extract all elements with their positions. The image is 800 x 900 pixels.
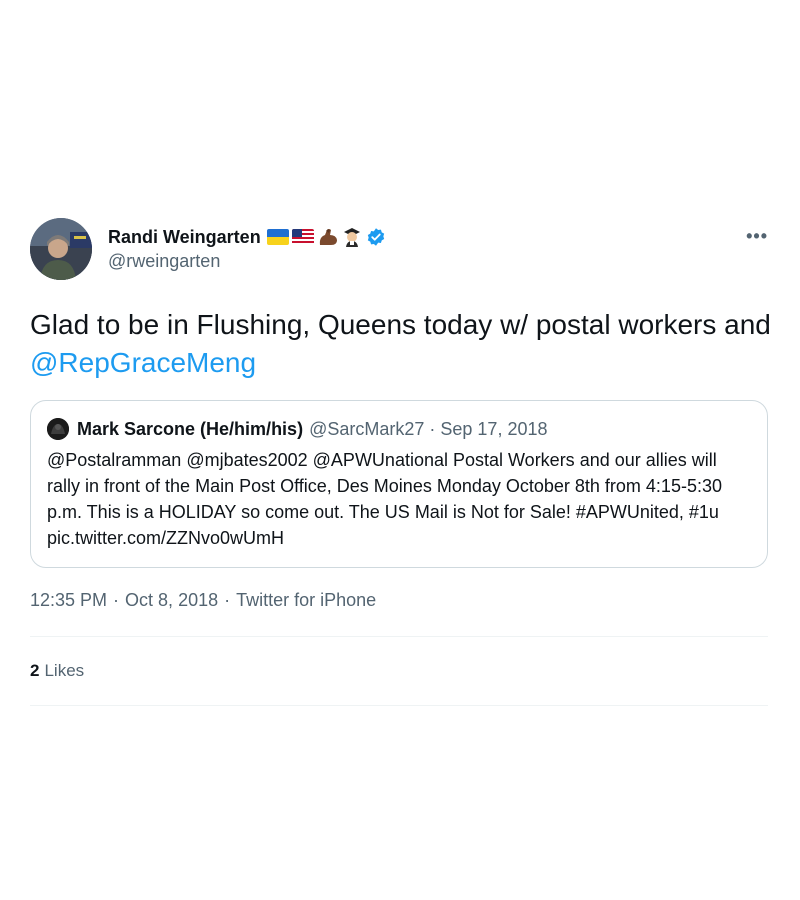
quoted-author-avatar [47,418,69,440]
tweet: Randi Weingarten @rweingarten ••• Glad t… [30,218,771,706]
mention-link[interactable]: @RepGraceMeng [30,347,256,378]
tweet-header: Randi Weingarten @rweingarten ••• [30,218,770,280]
author-avatar[interactable] [30,218,92,280]
quoted-tweet-text: @Postalramman @mjbates2002 @APWUnational… [47,450,722,548]
likes-count: 2 [30,661,40,680]
meta-separator: · [113,590,120,610]
divider [30,705,768,706]
tweet-meta: 12:35 PM · Oct 8, 2018 · Twitter for iPhone [30,590,770,614]
tweet-date[interactable]: Oct 8, 2018 [125,590,218,610]
us-flag-icon [291,229,314,245]
author-display-name[interactable]: Randi Weingarten [108,227,261,248]
tweet-text: Glad to be in Flushing, Queens today w/ … [30,306,775,382]
quoted-tweet-date: Sep 17, 2018 [440,418,548,439]
quoted-separator: · [429,418,436,439]
author-names: Randi Weingarten @rweingarten [108,225,386,272]
verified-badge-icon [367,228,384,246]
author-handle[interactable]: @rweingarten [108,251,386,272]
tweet-time[interactable]: 12:35 PM [30,590,107,610]
tweet-text-body: Glad to be in Flushing, Queens today w/ … [30,309,771,340]
display-name-row: Randi Weingarten [108,225,386,249]
quoted-author-display-name: Mark Sarcone (He/him/his) [77,418,304,439]
meta-separator: · [224,590,231,610]
quoted-tweet[interactable]: Mark Sarcone (He/him/his) @SarcMark27 · … [30,400,768,568]
more-options-icon[interactable]: ••• [746,226,768,247]
ukraine-flag-icon [266,229,289,245]
likes-label: Likes [44,661,85,680]
tweet-stats[interactable]: 2 Likes [30,637,770,705]
quoted-author-handle: @SarcMark27 [309,418,425,439]
quoted-tweet-header: Mark Sarcone (He/him/his) @SarcMark27 · … [47,417,751,441]
flexed-biceps-icon [319,229,337,245]
tweet-source[interactable]: Twitter for iPhone [236,590,376,610]
author-emoji-row [266,227,362,247]
teacher-icon [343,228,360,247]
